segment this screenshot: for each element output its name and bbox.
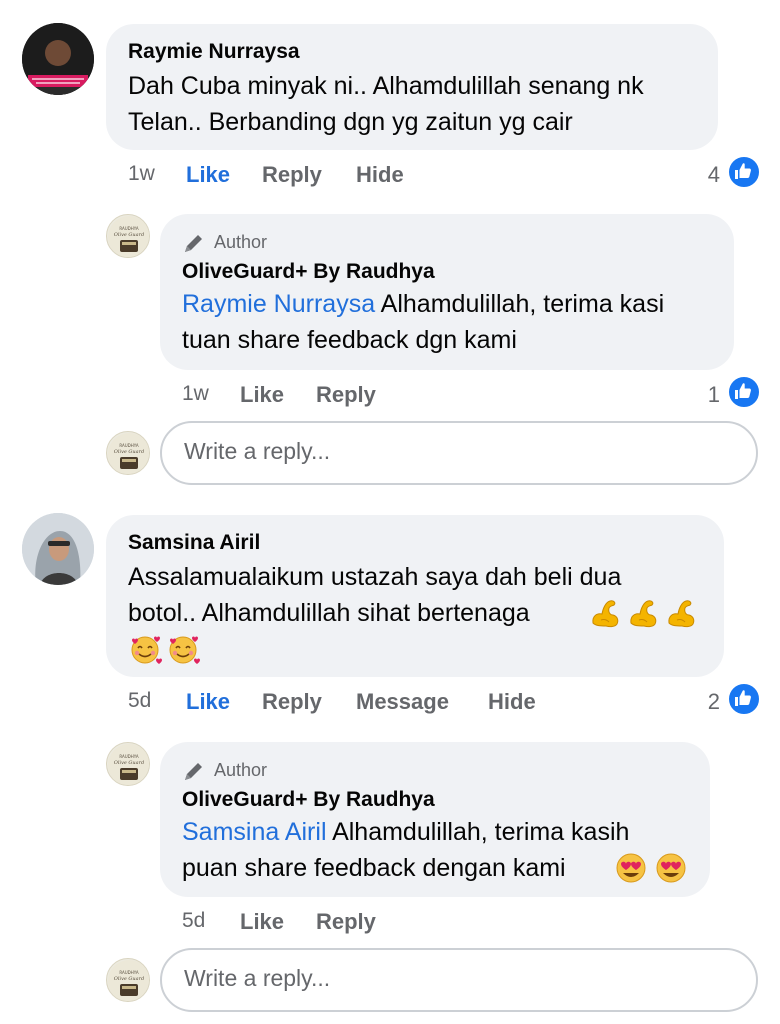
like-button[interactable]: Like [186,689,230,715]
heart-eyes-emoji [656,853,686,883]
heart-eyes-emoji [616,853,646,883]
hide-button[interactable]: Hide [488,689,536,715]
pencil-icon [185,235,202,252]
reply-bubble: Author OliveGuard+ By Raudhya Samsina Ai… [160,742,710,897]
flexed-biceps-emoji [592,600,619,628]
mention-link[interactable]: Samsina Airil [182,818,327,846]
comment-author-name[interactable]: Raymie Nurraysa [128,40,300,64]
comment-text-line: botol.. Alhamdulillah sihat bertenaga [128,599,530,627]
comment-bubble: Raymie Nurraysa Dah Cuba minyak ni.. Alh… [106,24,718,150]
reaction-count[interactable]: 4 [690,162,720,188]
reply-text: Alhamdulillah, terima kasi [375,290,665,318]
comment-text-line: Assalamualaikum ustazah saya dah beli du… [128,563,622,591]
pencil-icon [185,763,202,780]
reply-timestamp[interactable]: 1w [182,382,209,406]
comment-text-line: Telan.. Berbanding dgn yg zaitun yg cair [128,108,573,136]
like-icon[interactable] [727,155,761,189]
author-badge-label: Author [214,760,268,780]
reply-text-line: puan share feedback dengan kami [182,854,566,882]
reply-timestamp[interactable]: 5d [182,909,205,933]
reply-text-line: Samsina Airil Alhamdulillah, terima kasi… [182,814,629,850]
flexed-biceps-emoji [668,600,695,628]
comment-timestamp[interactable]: 5d [128,689,151,713]
reply-text-line: Raymie Nurraysa Alhamdulillah, terima ka… [182,286,664,322]
comment-bubble: Samsina Airil Assalamualaikum ustazah sa… [106,515,724,677]
comment-author-name[interactable]: Samsina Airil [128,531,260,555]
reaction-count[interactable]: 1 [690,382,720,408]
like-icon[interactable] [727,375,761,409]
reply-bubble: Author OliveGuard+ By Raudhya Raymie Nur… [160,214,734,370]
author-badge-label: Author [214,232,268,252]
page-avatar [106,431,150,475]
message-button[interactable]: Message [356,689,449,715]
reply-button[interactable]: Reply [316,909,376,935]
page-avatar[interactable] [106,214,150,258]
like-icon[interactable] [727,682,761,716]
like-button[interactable]: Like [186,162,230,188]
hide-button[interactable]: Hide [356,162,404,188]
reply-input-box[interactable] [160,948,758,1012]
like-button[interactable]: Like [240,909,284,935]
reply-button[interactable]: Reply [262,162,322,188]
mention-link[interactable]: Raymie Nurraysa [182,290,375,318]
smiling-face-with-hearts-emoji [131,635,162,665]
reaction-count[interactable]: 2 [690,689,720,715]
reply-author-name[interactable]: OliveGuard+ By Raudhya [182,788,435,812]
smiling-face-with-hearts-emoji [169,635,200,665]
page-avatar[interactable] [106,742,150,786]
reply-button[interactable]: Reply [262,689,322,715]
page-avatar [106,958,150,1002]
avatar-samsina[interactable] [22,513,94,585]
reply-input[interactable] [182,964,706,993]
reply-input[interactable] [182,437,706,466]
comment-text-line: Dah Cuba minyak ni.. Alhamdulillah senan… [128,72,644,100]
avatar-raymie[interactable] [22,23,94,95]
like-button[interactable]: Like [240,382,284,408]
reply-text-line: tuan share feedback dgn kami [182,326,517,354]
reply-text: Alhamdulillah, terima kasih [326,818,630,846]
reply-input-box[interactable] [160,421,758,485]
reply-author-name[interactable]: OliveGuard+ By Raudhya [182,260,435,284]
comment-timestamp[interactable]: 1w [128,162,155,186]
reply-button[interactable]: Reply [316,382,376,408]
flexed-biceps-emoji [630,600,657,628]
